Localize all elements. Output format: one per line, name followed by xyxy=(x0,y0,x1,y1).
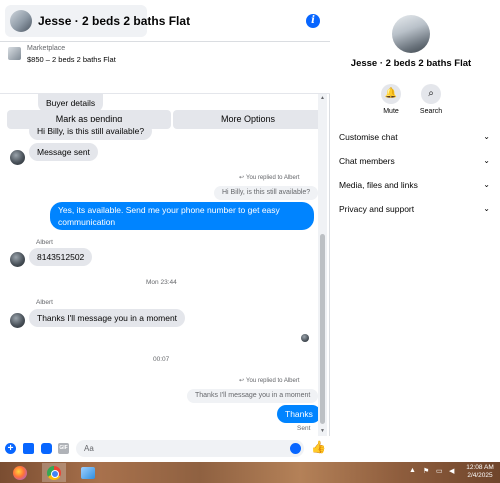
volume-icon[interactable]: ◀ xyxy=(449,467,454,475)
network-icon[interactable]: ▭ xyxy=(436,467,443,475)
tray-chevron-up-icon[interactable]: ▲ xyxy=(409,467,416,474)
bell-icon: 🔔 xyxy=(381,84,401,104)
quoted-message[interactable]: Hi Billy, is this still available? xyxy=(214,186,318,200)
chevron-down-icon: ⌄ xyxy=(483,132,490,141)
reply-indicator: ↩ You replied to Albert xyxy=(239,174,300,181)
scrollbar[interactable]: ▲ ▼ xyxy=(318,94,327,436)
seen-avatar xyxy=(301,334,309,342)
avatar xyxy=(10,150,25,165)
section-label: Media, files and links xyxy=(339,180,418,190)
reply-label: You replied to Albert xyxy=(246,175,300,181)
message-bubble[interactable]: Thanks I'll message you in a moment xyxy=(29,309,186,327)
conversation-title-button[interactable]: Jesse · 2 beds 2 baths Flat xyxy=(5,5,190,37)
chevron-down-icon: ⌄ xyxy=(483,180,490,189)
listing-price-title[interactable]: $850 – 2 beds 2 baths Flat xyxy=(27,55,116,64)
chrome-icon xyxy=(47,465,61,480)
mute-button[interactable]: 🔔 Mute xyxy=(371,84,411,115)
avatar xyxy=(10,252,25,267)
reply-arrow-icon: ↩ xyxy=(239,175,245,181)
message-bubble[interactable]: Hi Billy, is this still available? xyxy=(29,122,153,140)
composer: + GIF 👍 xyxy=(0,436,330,462)
reply-indicator: ↩ You replied to Albert xyxy=(239,377,300,384)
avatar[interactable] xyxy=(392,15,430,53)
timestamp: 00:07 xyxy=(153,356,170,363)
message-line: communication xyxy=(58,217,116,227)
plus-icon[interactable]: + xyxy=(5,443,16,454)
clock-date: 2/4/2025 xyxy=(467,472,493,479)
gif-icon[interactable]: GIF xyxy=(58,443,69,454)
reply-arrow-icon: ↩ xyxy=(239,378,245,384)
message-bubble[interactable]: Yes, its available. Send me your phone n… xyxy=(50,202,314,230)
like-icon[interactable]: 👍 xyxy=(311,441,326,454)
panel-title: Jesse · 2 beds 2 baths Flat xyxy=(350,58,472,69)
message-bubble[interactable]: Message sent xyxy=(29,143,98,161)
message-input[interactable] xyxy=(76,440,304,457)
search-icon: ⌕ xyxy=(421,84,441,104)
sender-name: Albert xyxy=(36,239,53,246)
taskbar-file-explorer[interactable] xyxy=(76,463,100,482)
section-label: Privacy and support xyxy=(339,204,415,214)
sender-name: Albert xyxy=(36,299,53,306)
timestamp: Mon 23:44 xyxy=(146,279,177,286)
scroll-down-icon[interactable]: ▼ xyxy=(319,428,326,435)
delivery-status: Sent xyxy=(297,425,311,432)
taskbar-firefox[interactable] xyxy=(8,463,32,482)
section-chat-members[interactable]: Chat members ⌄ xyxy=(339,151,490,171)
listing-thumbnail[interactable] xyxy=(8,47,21,60)
message-bubble[interactable]: 8143512502 xyxy=(29,248,93,266)
message-bubble[interactable]: Thanks xyxy=(277,405,318,423)
section-privacy-support[interactable]: Privacy and support ⌄ xyxy=(339,199,490,219)
messenger-window: Jesse · 2 beds 2 baths Flat i Marketplac… xyxy=(0,0,500,483)
message-line: Yes, its available. Send me your phone n… xyxy=(58,205,280,215)
section-media-files-links[interactable]: Media, files and links ⌄ xyxy=(339,175,490,195)
mute-label: Mute xyxy=(383,108,399,115)
section-customise-chat[interactable]: Customise chat ⌄ xyxy=(339,127,490,147)
scroll-thumb[interactable] xyxy=(320,234,325,424)
search-button[interactable]: ⌕ Search xyxy=(411,84,451,115)
flag-icon[interactable]: ⚑ xyxy=(423,467,429,475)
section-label: Chat members xyxy=(339,156,395,166)
photo-icon[interactable] xyxy=(23,443,34,454)
taskbar: ▲ ⚑ ▭ ◀ 12:08 AM 2/4/2025 xyxy=(0,462,500,483)
scroll-up-icon[interactable]: ▲ xyxy=(319,95,326,102)
emoji-icon[interactable] xyxy=(290,443,301,454)
reply-label: You replied to Albert xyxy=(246,378,300,384)
listing-label: Marketplace xyxy=(27,45,66,52)
message-list[interactable]: Buyer details Hi Billy, is this still av… xyxy=(0,94,318,436)
search-label: Search xyxy=(419,108,443,115)
sticker-icon[interactable] xyxy=(41,443,52,454)
marketplace-listing-bar: Marketplace $850 – 2 beds 2 baths Flat M… xyxy=(0,42,330,129)
taskbar-chrome[interactable] xyxy=(42,463,66,482)
buyer-details-button[interactable]: Buyer details xyxy=(38,94,104,112)
taskbar-clock[interactable]: 12:08 AM 2/4/2025 xyxy=(463,464,497,480)
quoted-message[interactable]: Thanks I'll message you in a moment xyxy=(187,389,318,403)
firefox-icon xyxy=(13,465,27,480)
avatar xyxy=(10,313,25,328)
chat-column: Jesse · 2 beds 2 baths Flat i Marketplac… xyxy=(0,0,330,462)
conversation-info-panel: Jesse · 2 beds 2 baths Flat 🔔 Mute ⌕ Sea… xyxy=(331,0,500,462)
avatar xyxy=(10,10,32,32)
section-label: Customise chat xyxy=(339,132,398,142)
file-explorer-icon xyxy=(81,466,95,479)
chat-header: Jesse · 2 beds 2 baths Flat i xyxy=(0,0,330,42)
chevron-down-icon: ⌄ xyxy=(483,204,490,213)
info-icon[interactable]: i xyxy=(306,14,320,28)
conversation-title: Jesse · 2 beds 2 baths Flat xyxy=(38,14,191,28)
clock-time: 12:08 AM xyxy=(466,464,494,471)
chevron-down-icon: ⌄ xyxy=(483,156,490,165)
